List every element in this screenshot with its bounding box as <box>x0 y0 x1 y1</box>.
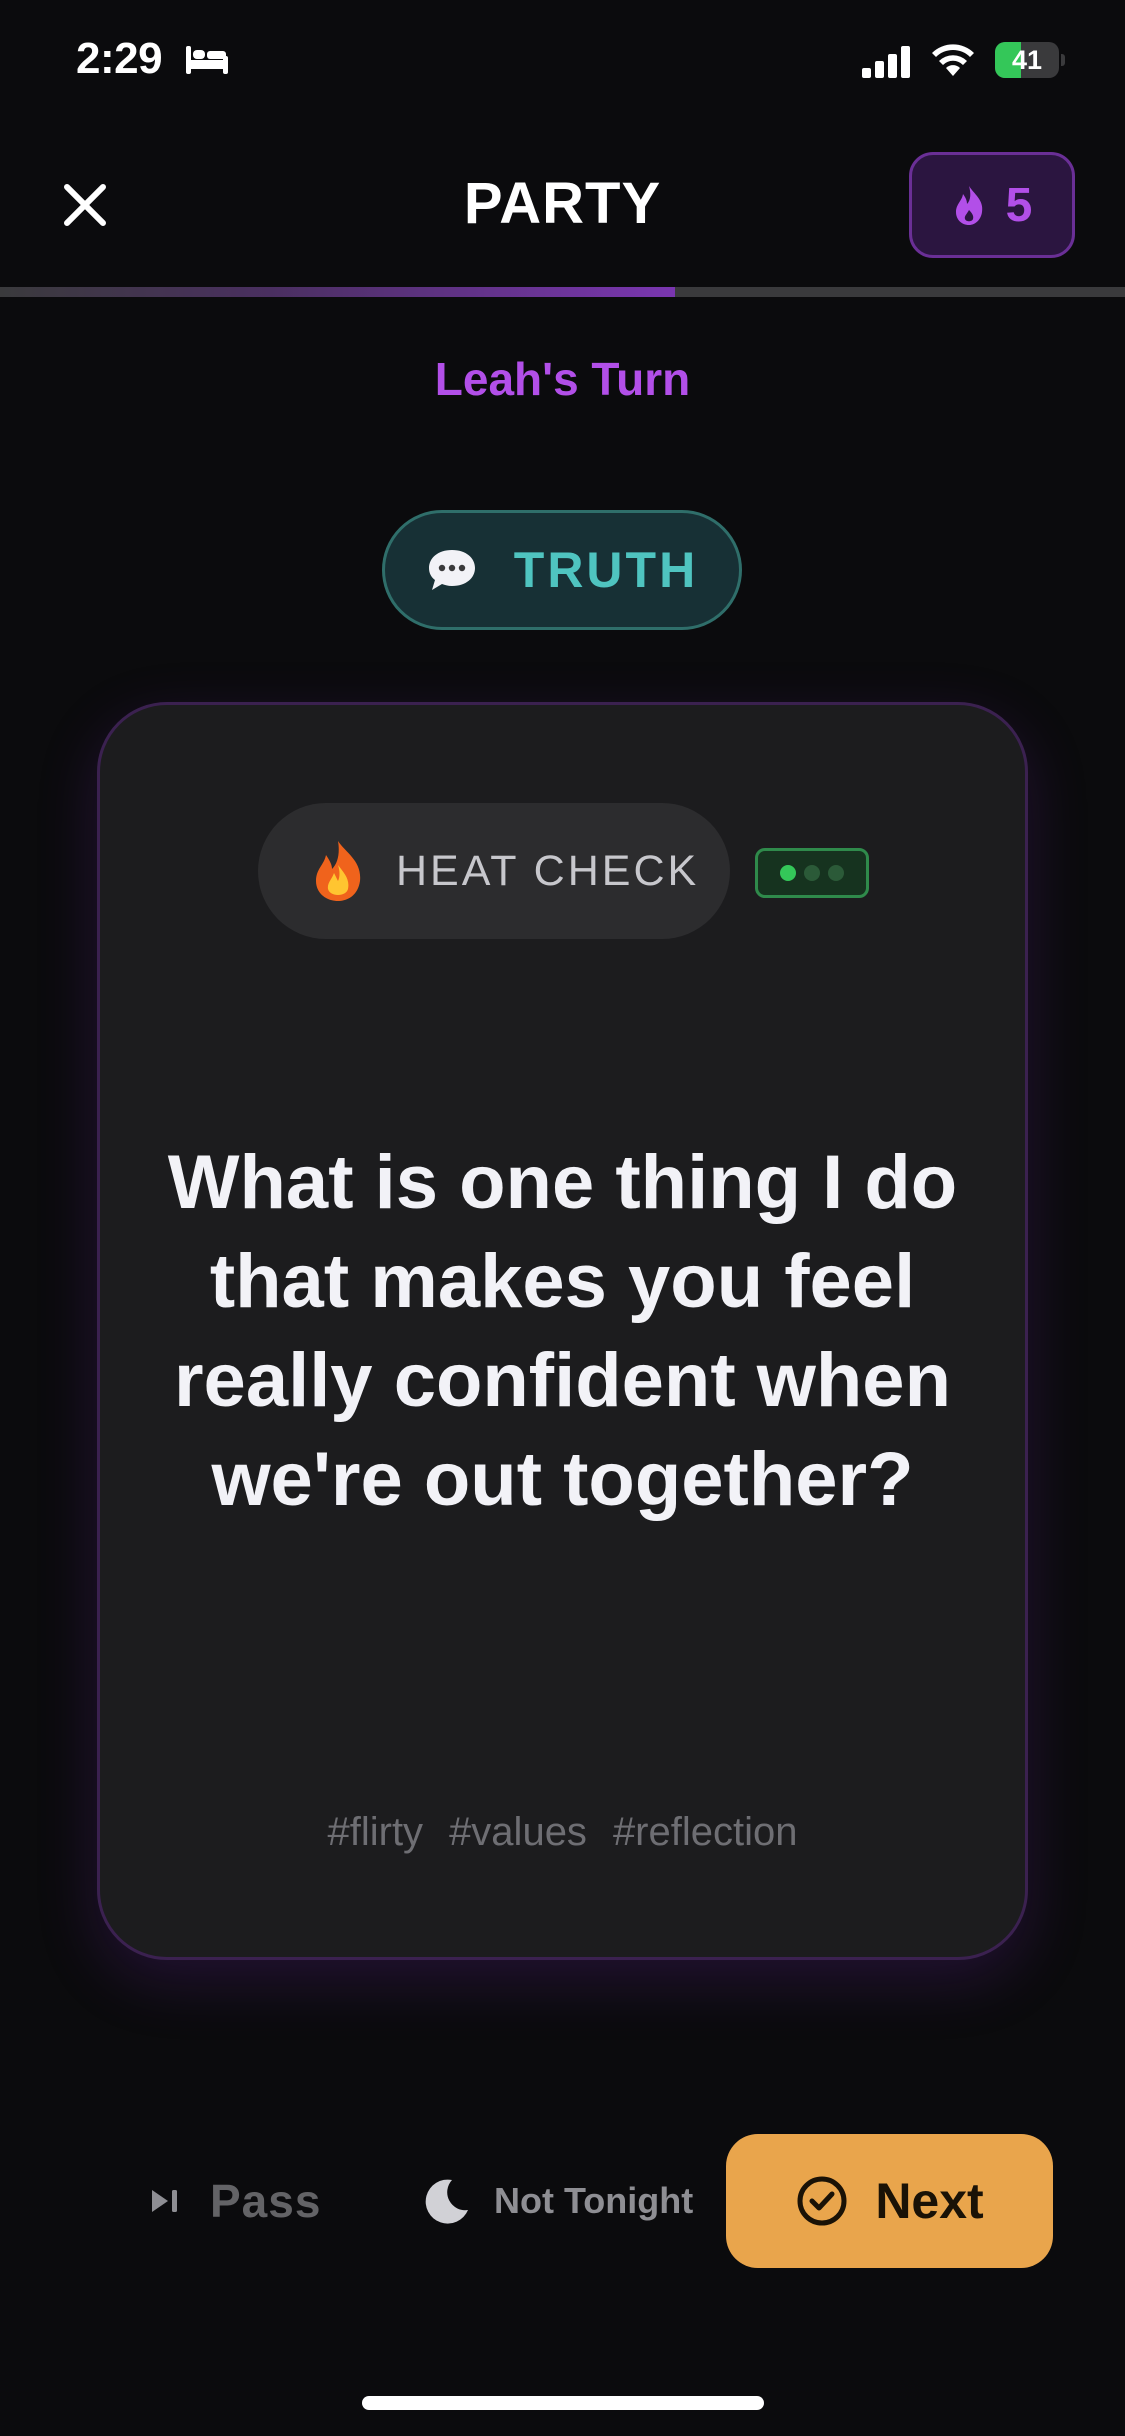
intensity-dot <box>828 865 844 881</box>
prompt-card: HEAT CHECK What is one thing I do that m… <box>97 702 1028 1960</box>
intensity-dot <box>780 865 796 881</box>
check-circle-icon <box>797 2176 847 2226</box>
next-label: Next <box>875 2173 984 2229</box>
game-screen: 2:29 41 PARTY 5 Leah's Turn TRUTH HEAT C… <box>0 0 1125 2436</box>
flame-icon <box>955 186 982 225</box>
intensity-dot <box>804 865 820 881</box>
status-time: 2:29 <box>76 34 163 83</box>
not-tonight-label: Not Tonight <box>494 2180 694 2221</box>
prompt-type-label: TRUTH <box>513 542 699 598</box>
pass-label: Pass <box>210 2175 322 2227</box>
not-tonight-button[interactable]: Not Tonight <box>422 2134 712 2268</box>
battery-percent: 41 <box>1011 45 1043 75</box>
tag-chip: #values <box>449 1810 587 1854</box>
wifi-icon <box>932 44 974 76</box>
fire-icon <box>316 841 361 901</box>
tag-chip: #reflection <box>612 1810 798 1854</box>
next-button[interactable]: Next <box>726 2134 1053 2268</box>
status-bar: 2:29 41 <box>0 0 1125 120</box>
question-text: What is one thing I do that makes you fe… <box>167 1140 958 1522</box>
speech-bubble-icon <box>428 550 475 590</box>
header: PARTY 5 <box>0 140 1125 270</box>
prompt-type-badge: TRUTH <box>382 510 742 630</box>
battery-indicator: 41 <box>995 42 1065 78</box>
game-progress-fill <box>0 287 675 297</box>
heat-level-count: 5 <box>1005 178 1033 232</box>
moon-icon <box>425 2179 468 2224</box>
skip-icon <box>152 2190 177 2212</box>
player-turn-label: Leah's Turn <box>434 353 691 405</box>
intensity-indicator <box>755 848 869 898</box>
tag-list: #flirty #values #reflection <box>100 1810 1025 1855</box>
game-progress-bar <box>0 287 1125 297</box>
tag-chip: #flirty <box>327 1810 424 1854</box>
home-indicator <box>362 2396 764 2410</box>
pass-button[interactable]: Pass <box>148 2134 338 2268</box>
heat-level-badge[interactable]: 5 <box>909 152 1075 258</box>
cellular-signal-icon <box>862 46 910 78</box>
heat-check-label: HEAT CHECK <box>396 846 700 895</box>
sleep-focus-icon <box>186 46 228 74</box>
heat-check-badge: HEAT CHECK <box>258 803 730 939</box>
action-bar: Pass Not Tonight Next <box>0 2134 1125 2268</box>
